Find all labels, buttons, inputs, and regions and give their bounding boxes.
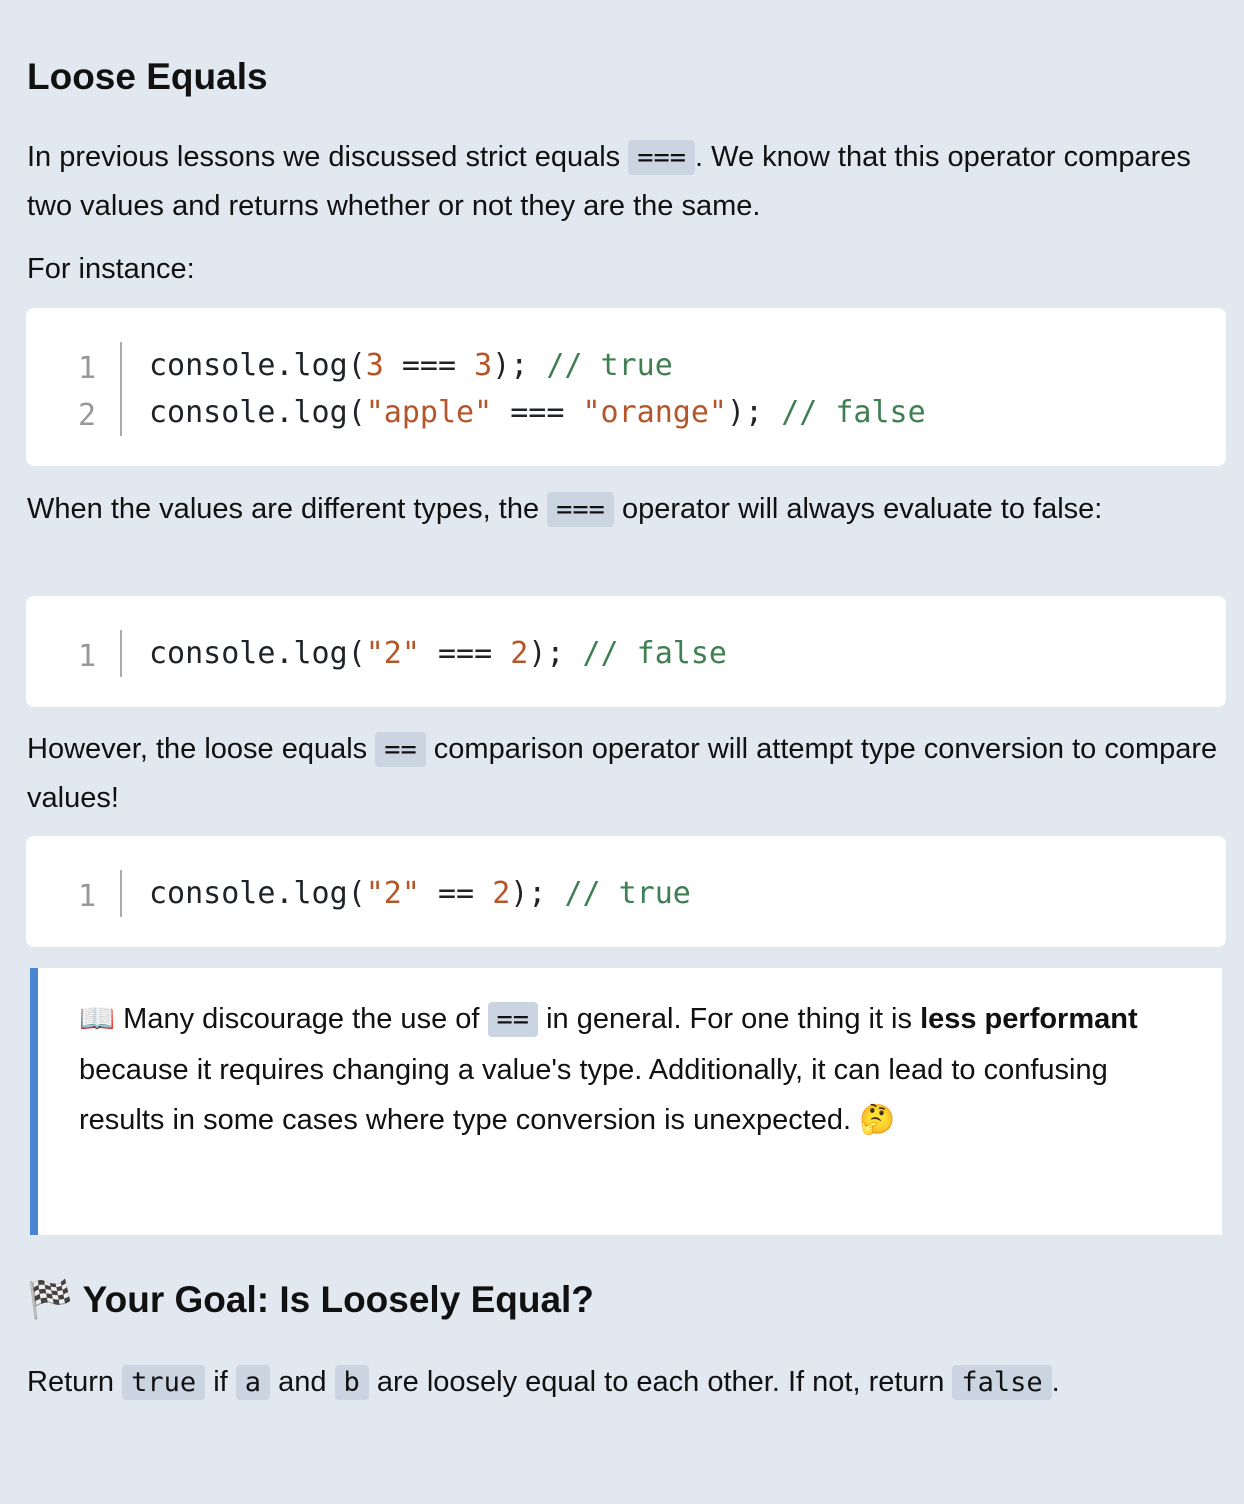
code-token-com: // false	[582, 636, 728, 671]
line-number: 1	[26, 630, 122, 677]
goal-heading: 🏁 Your Goal: Is Loosely Equal?	[27, 1279, 594, 1320]
code-token-plain: console.log(	[149, 395, 366, 430]
code-block-strict-examples: 1 console.log(3 === 3); // true 2 console.l…	[26, 308, 1226, 466]
inline-code: b	[334, 1365, 369, 1400]
code-token-plain: );	[510, 876, 565, 911]
text-segment: are loosely equal to each other. If not,…	[368, 1366, 953, 1398]
code-block-strict-types: 1 console.log("2" === 2); // false	[26, 596, 1226, 707]
code-token-plain: ===	[383, 348, 475, 383]
code-token-str: "2"	[365, 636, 420, 671]
code-token-str: "2"	[365, 876, 420, 911]
inline-code: ==	[375, 732, 426, 767]
intro-paragraph: In previous lessons we discussed strict …	[27, 133, 1226, 230]
line-number: 1	[26, 870, 122, 917]
code-token-str: "apple"	[365, 395, 493, 430]
text-segment: if	[205, 1366, 236, 1398]
inline-code: ===	[547, 492, 614, 527]
goal-paragraph: Return true if a and b are loosely equal…	[27, 1358, 1226, 1407]
page-title: Loose Equals	[27, 56, 268, 97]
code-token-plain: ===	[492, 395, 583, 430]
code-token-plain: console.log(	[149, 876, 366, 911]
loose-equals-paragraph: However, the loose equals == comparison …	[27, 725, 1226, 822]
code-token-plain: );	[492, 348, 547, 383]
code-source: console.log("2" == 2); // true	[122, 876, 691, 911]
text-segment: When the values are different types, the	[27, 493, 548, 525]
text-segment: because it requires changing a value's t…	[79, 1054, 1108, 1136]
code-token-plain: ===	[419, 636, 511, 671]
inline-code: false	[952, 1365, 1052, 1400]
inline-code: ==	[487, 1002, 539, 1037]
note-callout: 📖 Many discourage the use of == in gener…	[30, 968, 1222, 1235]
bold-text: less performant	[920, 1003, 1138, 1035]
for-instance-paragraph: For instance:	[27, 245, 1226, 293]
text-segment: In previous lessons we discussed strict …	[27, 141, 629, 173]
code-token-str: "orange"	[582, 395, 728, 430]
text-segment: and	[270, 1366, 335, 1398]
text-segment: in general. For one thing it is	[538, 1003, 921, 1035]
line-number: 2	[26, 389, 122, 436]
inline-code: true	[122, 1365, 206, 1400]
code-line: 1 console.log("2" == 2); // true	[26, 870, 1226, 917]
code-token-plain: );	[727, 395, 782, 430]
code-line: 1 console.log("2" === 2); // false	[26, 630, 1226, 677]
code-token-plain: ==	[419, 876, 493, 911]
code-token-com: // true	[546, 348, 673, 383]
text-segment: .	[1051, 1366, 1060, 1398]
text-segment: operator will always evaluate to false:	[613, 493, 1103, 525]
code-line: 2 console.log("apple" === "orange"); // f…	[26, 389, 1226, 436]
text-segment: However, the loose equals	[27, 733, 376, 765]
line-number: 1	[26, 342, 122, 389]
code-source: console.log(3 === 3); // true	[122, 348, 673, 383]
code-line: 1 console.log(3 === 3); // true	[26, 342, 1226, 389]
code-token-plain: console.log(	[149, 636, 366, 671]
different-types-paragraph: When the values are different types, the…	[27, 485, 1226, 534]
code-source: console.log("2" === 2); // false	[122, 636, 727, 671]
text-segment: For instance:	[27, 253, 195, 285]
code-token-num: 3	[365, 348, 384, 383]
code-token-plain: );	[528, 636, 583, 671]
code-token-num: 3	[474, 348, 493, 383]
code-block-loose-example: 1 console.log("2" == 2); // true	[26, 836, 1226, 947]
code-token-plain: console.log(	[149, 348, 366, 383]
text-segment: 📖 Many discourage the use of	[79, 1003, 488, 1035]
code-token-num: 2	[510, 636, 529, 671]
inline-code: ===	[628, 140, 696, 175]
code-source: console.log("apple" === "orange"); // fa…	[122, 395, 926, 430]
inline-code: a	[235, 1365, 271, 1400]
text-segment: Return	[27, 1366, 123, 1398]
code-token-com: // false	[781, 395, 926, 430]
code-token-num: 2	[492, 876, 511, 911]
code-token-com: // true	[564, 876, 691, 911]
